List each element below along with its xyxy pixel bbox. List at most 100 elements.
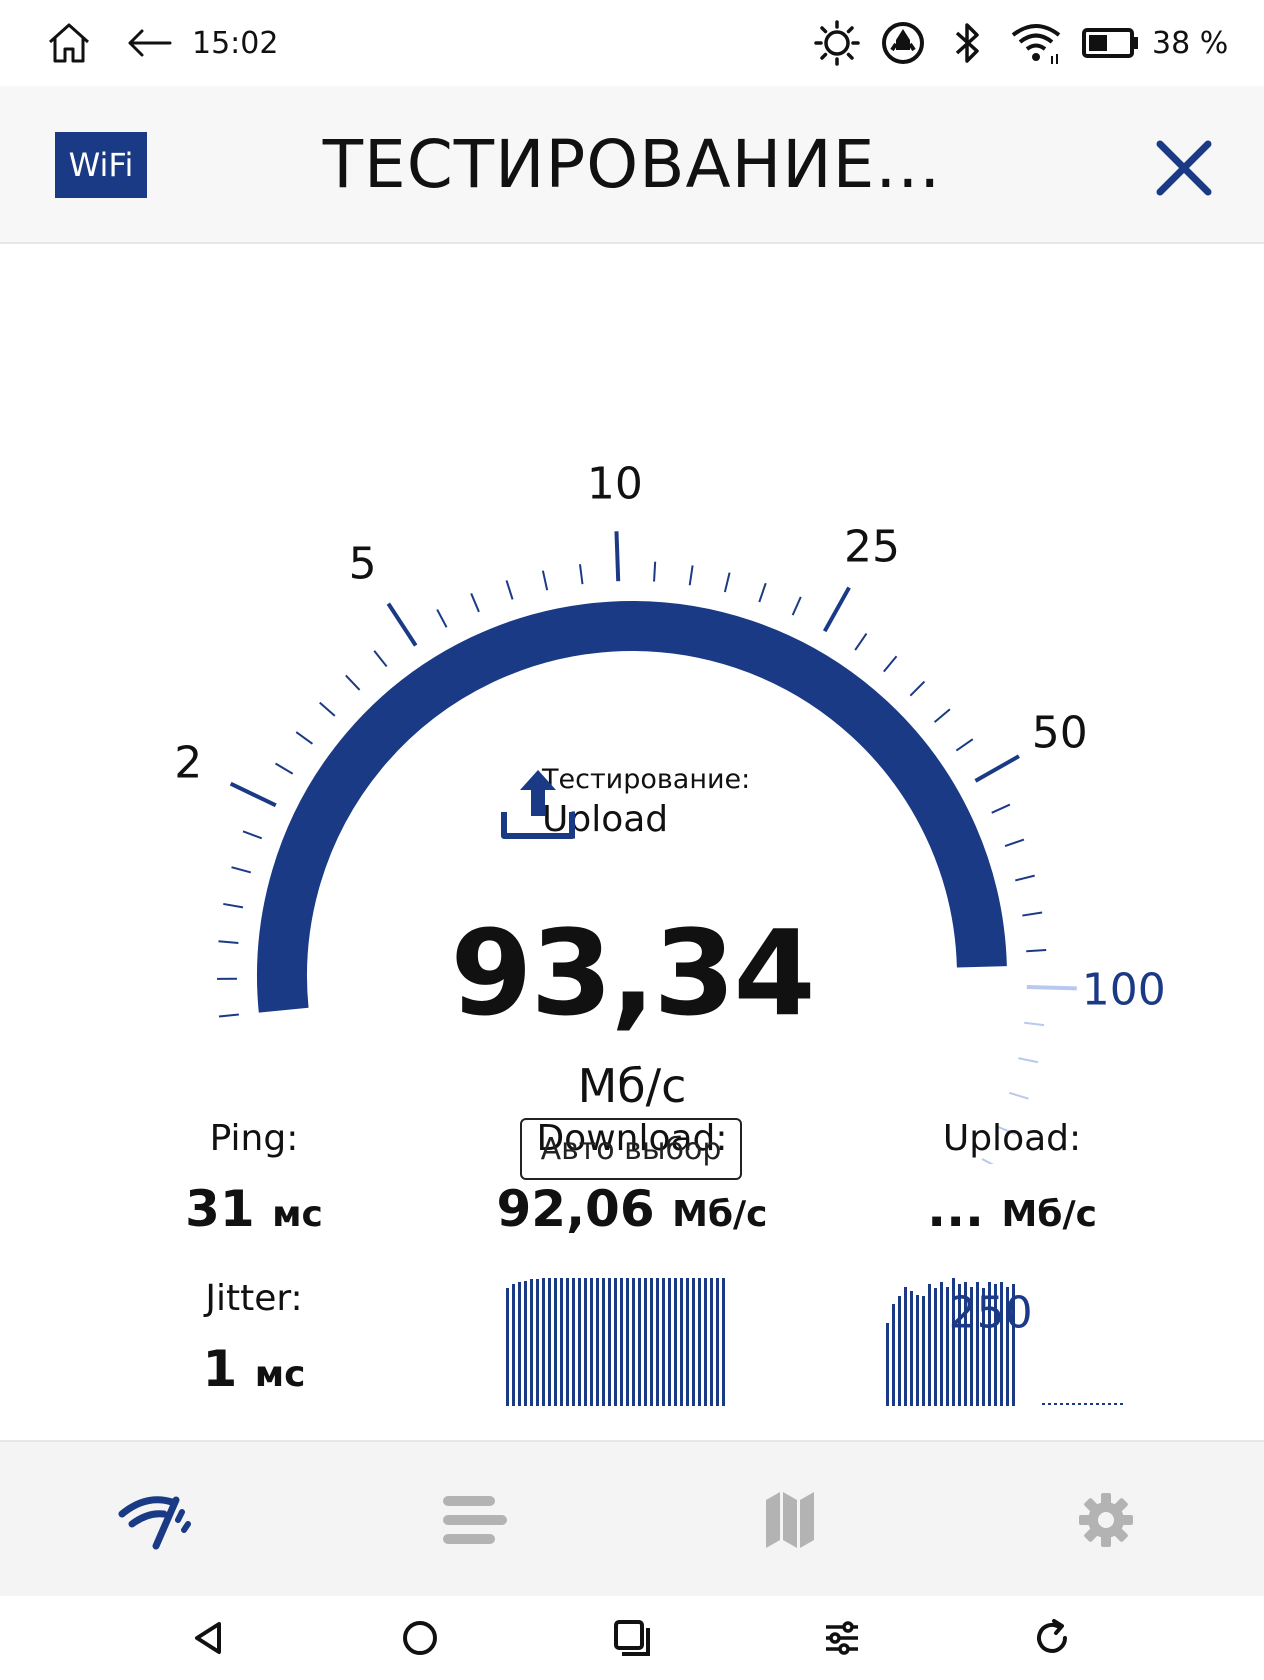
upload-unit: Мб/с xyxy=(1001,1194,1097,1235)
download-value: 92,06 Мб/с xyxy=(496,1180,767,1238)
gauge-scale-label: 10 xyxy=(586,458,643,510)
battery-icon xyxy=(1082,0,1140,86)
history-bar xyxy=(632,1278,635,1406)
history-bar xyxy=(590,1278,593,1406)
nav-map[interactable] xyxy=(632,1442,948,1598)
gauge-scale-label: 5 xyxy=(348,538,377,590)
history-bar xyxy=(692,1278,695,1406)
history-bar xyxy=(680,1278,683,1406)
nav-settings[interactable] xyxy=(948,1442,1264,1598)
nav-results[interactable] xyxy=(316,1442,632,1598)
gauge-minor-tick xyxy=(242,830,263,840)
jitter-unit: мс xyxy=(254,1354,306,1395)
gauge-minor-tick xyxy=(470,593,480,613)
gauge-minor-tick xyxy=(1015,874,1035,882)
gauge-scale-label: 2 xyxy=(174,737,203,789)
gauge-minor-tick xyxy=(758,582,767,603)
close-button[interactable] xyxy=(1150,134,1218,202)
upload-number: ... xyxy=(927,1180,985,1238)
history-bar xyxy=(904,1287,907,1406)
battery-percent: 38 % xyxy=(1152,25,1229,61)
current-speed: 93,34 xyxy=(450,904,815,1042)
history-bar xyxy=(512,1284,515,1406)
history-bar xyxy=(958,1284,961,1406)
history-bar xyxy=(650,1278,653,1406)
history-bar xyxy=(656,1278,659,1406)
history-bar xyxy=(602,1278,605,1406)
history-bar xyxy=(716,1278,719,1406)
wifi-icon xyxy=(1010,0,1062,86)
gauge-minor-tick xyxy=(345,674,361,691)
system-recents-button[interactable] xyxy=(590,1596,674,1680)
settings-gear-icon xyxy=(1079,1493,1133,1547)
history-bar xyxy=(946,1287,949,1406)
speedtest-icon xyxy=(118,1496,191,1550)
system-equalizer-icon xyxy=(826,1621,858,1655)
history-bar xyxy=(608,1278,611,1406)
gauge-minor-tick xyxy=(275,762,294,775)
gauge-scale-label: 25 xyxy=(844,521,901,573)
system-refresh-icon xyxy=(1037,1619,1067,1653)
auto-select-button[interactable]: Авто выбор xyxy=(520,1118,742,1180)
history-bar xyxy=(536,1279,539,1406)
history-bar xyxy=(988,1282,991,1406)
history-bar xyxy=(698,1278,701,1406)
gauge-minor-tick xyxy=(688,565,694,586)
history-bar xyxy=(898,1296,901,1406)
bluetooth-icon xyxy=(950,0,986,86)
history-bar xyxy=(620,1278,623,1406)
history-bar xyxy=(644,1278,647,1406)
history-bar xyxy=(934,1288,937,1406)
upload-pending-line xyxy=(1042,1403,1124,1405)
ping-number: 31 xyxy=(185,1180,255,1238)
history-bar xyxy=(886,1323,889,1406)
history-bar xyxy=(952,1278,955,1406)
system-back-button[interactable] xyxy=(166,1596,250,1680)
gauge-scale-label: 50 xyxy=(1031,707,1088,759)
gauge-minor-tick xyxy=(791,596,802,616)
history-bar xyxy=(928,1284,931,1406)
gauge-major-tick xyxy=(974,754,1020,783)
history-bar xyxy=(940,1282,943,1406)
system-refresh-button[interactable] xyxy=(1010,1596,1094,1680)
system-recents-icon xyxy=(614,1620,650,1656)
history-bar xyxy=(596,1278,599,1406)
history-bar xyxy=(662,1278,665,1406)
gauge-minor-tick xyxy=(295,731,314,745)
nav-speedtest[interactable] xyxy=(0,1442,316,1598)
history-bar xyxy=(1012,1284,1015,1406)
system-home-button[interactable] xyxy=(378,1596,462,1680)
ping-value: 31 мс xyxy=(185,1180,323,1238)
gauge-minor-tick xyxy=(653,561,657,582)
download-number: 92,06 xyxy=(496,1180,655,1238)
gauge-minor-tick xyxy=(231,866,252,874)
gauge-major-tick xyxy=(822,586,851,633)
history-bar xyxy=(614,1278,617,1406)
history-bar xyxy=(1006,1287,1009,1406)
history-bar xyxy=(976,1282,979,1406)
brightness-icon xyxy=(814,0,860,86)
history-bar xyxy=(994,1284,997,1406)
test-phase: Тестирование: Upload xyxy=(498,764,750,840)
history-bar xyxy=(626,1278,629,1406)
history-bar xyxy=(910,1291,913,1406)
back-arrow-icon[interactable] xyxy=(126,0,172,86)
status-time: 15:02 xyxy=(192,25,279,61)
history-bar xyxy=(542,1278,545,1406)
gauge-minor-tick xyxy=(991,803,1011,814)
download-unit: Мб/с xyxy=(672,1194,768,1235)
gauge-minor-tick xyxy=(541,570,549,591)
history-bar xyxy=(916,1295,919,1406)
jitter-number: 1 xyxy=(202,1340,238,1398)
gauge-minor-tick xyxy=(319,701,336,717)
system-back-icon xyxy=(195,1622,221,1654)
gauge-minor-tick xyxy=(981,1158,994,1164)
history-bar xyxy=(572,1278,575,1406)
history-bar xyxy=(982,1288,985,1406)
history-bar xyxy=(560,1278,563,1406)
history-bar xyxy=(638,1278,641,1406)
gauge-minor-tick xyxy=(854,633,868,651)
system-equalizer-button[interactable] xyxy=(800,1596,884,1680)
history-bar xyxy=(704,1278,707,1406)
home-icon[interactable] xyxy=(46,0,92,86)
